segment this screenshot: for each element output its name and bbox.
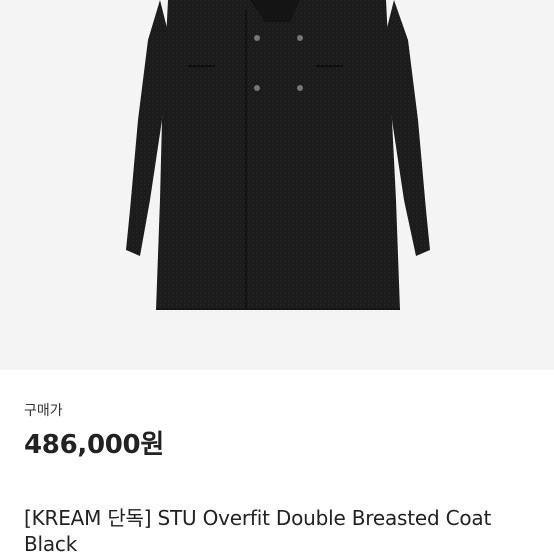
product-image[interactable] xyxy=(0,0,554,370)
coat-illustration xyxy=(126,0,430,310)
price-value: 486,000원 xyxy=(24,430,164,460)
product-title[interactable]: [KREAM 단독] STU Overfit Double Breasted C… xyxy=(24,505,544,557)
price-section: 구매가 486,000원 xyxy=(24,402,534,462)
price-label: 구매가 xyxy=(24,403,63,419)
